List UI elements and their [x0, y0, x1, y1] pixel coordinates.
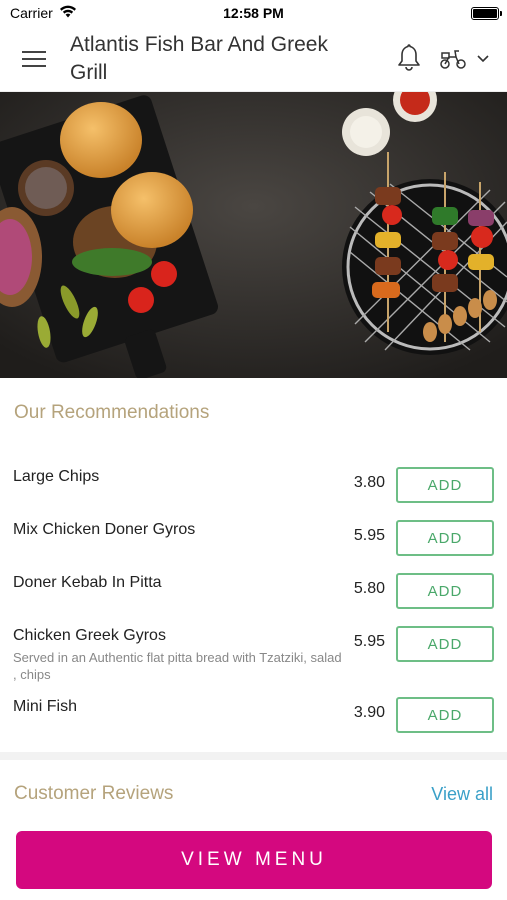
restaurant-title: Atlantis Fish Bar And Greek Grill	[70, 32, 328, 84]
scooter-icon	[440, 50, 466, 69]
header-actions	[397, 26, 489, 92]
add-button[interactable]: ADD	[396, 697, 494, 733]
add-button[interactable]: ADD	[396, 467, 494, 503]
view-menu-button[interactable]: VIEW MENU	[16, 831, 492, 889]
menu-button[interactable]	[0, 26, 70, 92]
reviews-title: Customer Reviews	[14, 783, 174, 804]
item-price: 3.90	[353, 704, 385, 721]
item-name: Mini Fish	[13, 698, 78, 715]
item-price: 3.80	[353, 474, 385, 491]
bell-icon	[398, 43, 420, 71]
item-name: Doner Kebab In Pitta	[13, 574, 162, 591]
notifications-button[interactable]	[397, 43, 421, 76]
add-button[interactable]: ADD	[396, 626, 494, 662]
carrier-label: Carrier	[10, 5, 53, 21]
app-header: Atlantis Fish Bar And Greek Grill	[0, 26, 507, 92]
delivery-mode-selector[interactable]	[439, 48, 489, 70]
item-description: Served in an Authentic flat pitta bread …	[13, 650, 342, 682]
wifi-icon	[59, 5, 77, 21]
hero-image	[0, 92, 507, 378]
menu-icon	[22, 50, 46, 67]
section-divider	[0, 752, 507, 760]
item-name: Mix Chicken Doner Gyros	[13, 521, 196, 538]
chevron-down-icon	[477, 55, 489, 63]
status-left: Carrier	[10, 5, 77, 21]
item-price: 5.95	[353, 527, 385, 544]
add-button[interactable]: ADD	[396, 520, 494, 556]
battery-icon	[471, 6, 502, 20]
item-price: 5.80	[353, 580, 385, 597]
add-button[interactable]: ADD	[396, 573, 494, 609]
recommendations-title: Our Recommendations	[14, 402, 210, 423]
item-price: 5.95	[353, 633, 385, 650]
view-all-reviews-link[interactable]: View all	[431, 784, 493, 805]
item-name: Chicken Greek Gyros	[13, 627, 166, 644]
item-name: Large Chips	[13, 468, 100, 485]
status-bar: Carrier 12:58 PM	[0, 0, 507, 26]
